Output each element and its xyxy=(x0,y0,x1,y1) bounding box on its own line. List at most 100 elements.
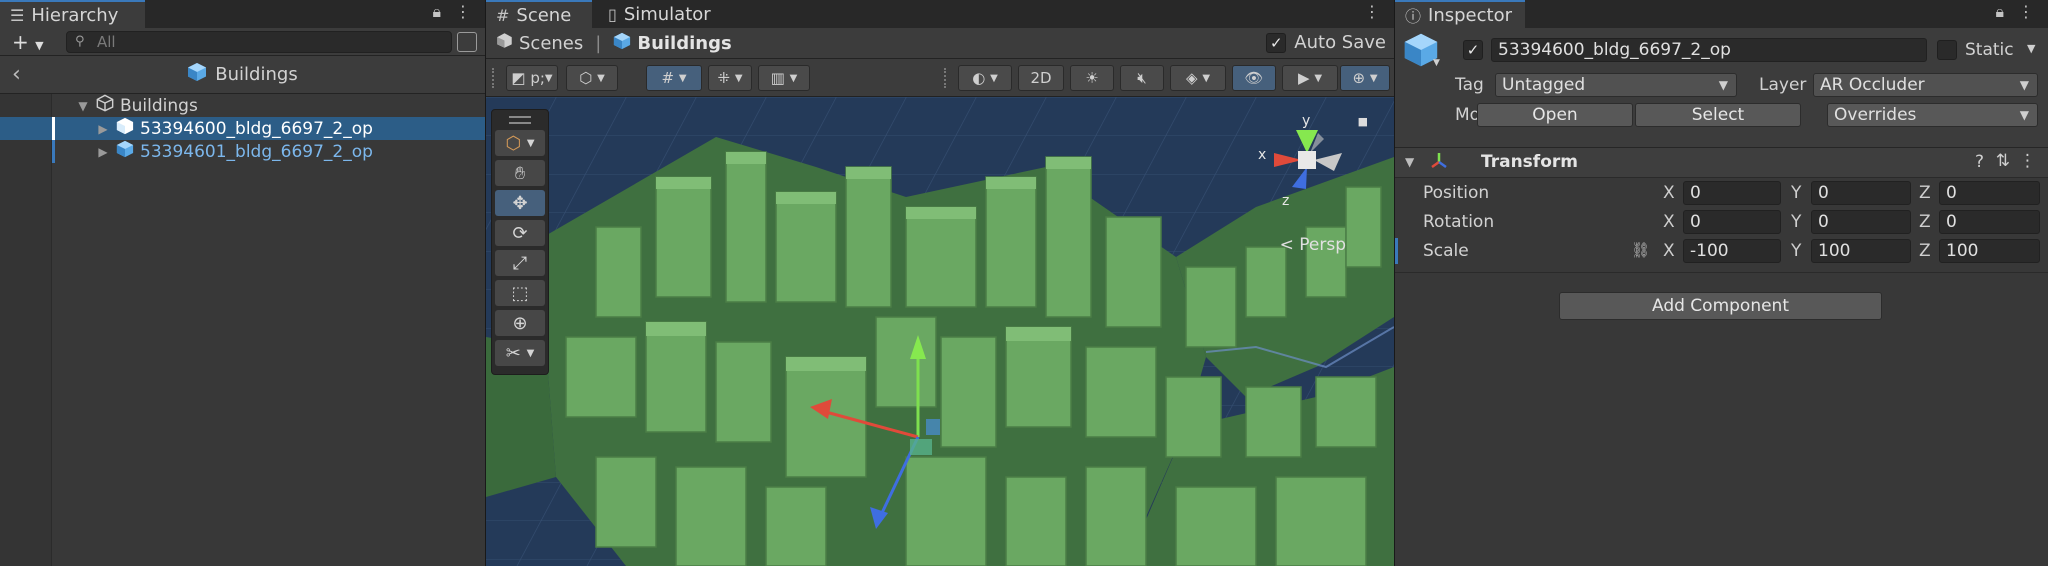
snap-increment-dropdown[interactable]: ⁜ ▼ xyxy=(708,65,752,91)
auto-save-toggle[interactable]: ✓ Auto Save xyxy=(1266,32,1386,53)
overrides-dropdown[interactable]: Overrides ▼ xyxy=(1827,103,2038,127)
hierarchy-search-input[interactable]: ⚲ All xyxy=(66,31,452,53)
scale-x-field[interactable]: -100 xyxy=(1683,239,1781,263)
chevron-down-icon: ▼ xyxy=(1314,72,1323,84)
layer-dropdown[interactable]: AR Occluder ▼ xyxy=(1813,73,2038,97)
tab-simulator[interactable]: ▯ Simulator xyxy=(598,0,728,28)
breadcrumb-current[interactable]: Buildings xyxy=(637,33,731,54)
tree-row-53394600[interactable]: ▶ 53394600_bldg_6697_2_op xyxy=(0,117,485,140)
shading-mode-dropdown[interactable]: ◐ ▼ xyxy=(958,65,1012,91)
help-icon[interactable]: ? xyxy=(1975,152,1984,172)
static-dropdown-icon[interactable]: ▼ xyxy=(2027,42,2035,55)
tab-inspector[interactable]: ⓘ Inspector xyxy=(1395,0,1525,28)
view-options-dropdown[interactable]: ⬡ ▼ xyxy=(495,130,545,156)
visibility-toggle[interactable]: 👁︎ xyxy=(1232,65,1276,91)
move-tool[interactable]: ✥ xyxy=(495,190,545,216)
rotation-y-field[interactable]: 0 xyxy=(1811,210,1911,234)
chevron-down-icon: ▼ xyxy=(789,72,798,84)
tag-value: Untagged xyxy=(1502,75,1586,95)
more-menu-icon[interactable]: ⋮ xyxy=(1364,2,1380,21)
scale-icon: ⤢ xyxy=(512,252,528,274)
lock-icon[interactable]: 🔒︎ xyxy=(1995,2,2004,22)
grid-snap-dropdown[interactable]: # ▼ xyxy=(646,65,702,91)
preset-icon[interactable]: ⇅ xyxy=(1996,151,2010,171)
camera-dropdown[interactable]: ▶ ▼ xyxy=(1282,65,1338,91)
scale-label: Scale xyxy=(1423,241,1469,261)
rotate-icon: ⟳ xyxy=(512,222,528,244)
auto-save-checkbox[interactable]: ✓ xyxy=(1266,32,1287,53)
inspector-panel: ⓘ Inspector 🔒︎ ⋮ ▼ ✓ 53394600_bldg_6697_… xyxy=(1395,0,2048,566)
render-mode-dropdown[interactable]: ⬡ ▼ xyxy=(566,65,618,91)
active-checkbox[interactable]: ✓ xyxy=(1463,40,1483,60)
more-menu-icon[interactable]: ⋮ xyxy=(2018,2,2034,22)
scene-tabbar: # Scene ▯ Simulator ⋮ xyxy=(486,0,1394,28)
add-button[interactable]: + ▼ xyxy=(12,30,44,54)
position-x-field[interactable]: 0 xyxy=(1683,181,1781,205)
tree-row-label: 53394600_bldg_6697_2_op xyxy=(140,118,373,139)
rotation-z-field[interactable]: 0 xyxy=(1939,210,2040,234)
scale-tool[interactable]: ⤢ xyxy=(495,250,545,276)
tag-dropdown[interactable]: Untagged ▼ xyxy=(1495,73,1737,97)
object-name-field[interactable]: 53394600_bldg_6697_2_op xyxy=(1491,38,1927,62)
tree-row-buildings[interactable]: ▼ Buildings xyxy=(0,94,485,117)
breadcrumb-root[interactable]: Scenes xyxy=(519,33,583,54)
transform-tool[interactable]: ⊕ xyxy=(495,310,545,336)
collapse-arrow-icon[interactable]: ▼ xyxy=(1405,155,1414,169)
back-arrow-icon[interactable]: ‹ xyxy=(12,62,21,87)
scene-visibility-icon[interactable] xyxy=(457,32,477,52)
scale-z-field[interactable]: 100 xyxy=(1939,239,2040,263)
chevron-down-icon: ▼ xyxy=(1369,72,1378,84)
layers-icon: ◈ xyxy=(1185,69,1198,87)
constrain-proportions-icon[interactable]: ⛓ xyxy=(1631,241,1650,259)
position-z-field[interactable]: 0 xyxy=(1939,181,2040,205)
gizmo-lock-icon[interactable]: ■ xyxy=(1358,115,1368,128)
effects-dropdown[interactable]: ◈ ▼ xyxy=(1170,65,1226,91)
auto-save-label: Auto Save xyxy=(1294,32,1386,53)
expand-arrow-icon[interactable]: ▶ xyxy=(96,122,110,136)
gizmos-dropdown[interactable]: ⊕ ▼ xyxy=(1340,65,1390,91)
audio-toggle[interactable]: 🔇︎ xyxy=(1120,65,1164,91)
more-menu-icon[interactable]: ⋮ xyxy=(455,2,471,22)
tree-row-53394601[interactable]: ▶ 53394601_bldg_6697_2_op xyxy=(0,140,485,163)
transform-header[interactable]: ▼ Transform ? ⇅ ⋮ xyxy=(1395,148,2048,178)
static-checkbox[interactable] xyxy=(1937,40,1957,60)
custom-tools-dropdown[interactable]: ✂ ▼ xyxy=(495,340,545,366)
tree-row-label: Buildings xyxy=(120,95,198,116)
expand-arrow-icon[interactable]: ▶ xyxy=(96,145,110,159)
scene-viewport[interactable]: ⬡ ▼ ✋︎ ✥ ⟳ ⤢ ⬚ ⊕ ✂ ▼ y x z ■ < Persp xyxy=(486,97,1394,566)
open-button[interactable]: Open xyxy=(1477,103,1633,127)
axis-z-label: Z xyxy=(1919,241,1931,261)
add-component-button[interactable]: Add Component xyxy=(1559,292,1882,320)
tab-hierarchy[interactable]: ☰ Hierarchy xyxy=(0,0,145,28)
gizmo-y-label: y xyxy=(1302,113,1311,129)
axis-z-label: Z xyxy=(1919,183,1931,203)
axis-x-label: X xyxy=(1663,212,1675,232)
device-icon: ▯ xyxy=(608,4,617,24)
more-menu-icon[interactable]: ⋮ xyxy=(2019,151,2036,171)
ruler-dropdown[interactable]: ▥ ▼ xyxy=(758,65,810,91)
projection-label: Persp xyxy=(1299,235,1346,255)
rotation-x-field[interactable]: 0 xyxy=(1683,210,1781,234)
rotate-tool[interactable]: ⟳ xyxy=(495,220,545,246)
scene-toolbar: ◩ p; ▼ ⬡ ▼ # ▼ ⁜ ▼ ▥ ▼ ◐ ▼ 2D ☀ 🔇︎ ◈ ▼ 👁︎… xyxy=(486,59,1394,97)
expand-arrow-icon[interactable]: ▼ xyxy=(76,99,90,113)
draw-mode-dropdown[interactable]: ◩ p; ▼ xyxy=(506,65,558,91)
rect-tool[interactable]: ⬚ xyxy=(495,280,545,306)
hand-tool[interactable]: ✋︎ xyxy=(495,160,545,186)
mode-2d-button[interactable]: 2D xyxy=(1018,65,1064,91)
inspector-tabbar: ⓘ Inspector 🔒︎ ⋮ xyxy=(1395,0,2048,28)
select-button[interactable]: Select xyxy=(1635,103,1801,127)
hidden-eye-icon: 👁︎ xyxy=(1244,69,1264,87)
chevron-down-icon: ▼ xyxy=(1433,58,1440,68)
tool-strip: ⬡ ▼ ✋︎ ✥ ⟳ ⤢ ⬚ ⊕ ✂ ▼ xyxy=(491,109,549,375)
position-y-field[interactable]: 0 xyxy=(1811,181,1911,205)
lighting-toggle[interactable]: ☀ xyxy=(1070,65,1114,91)
tab-scene[interactable]: # Scene xyxy=(486,0,592,28)
orientation-gizmo[interactable]: y x z xyxy=(1252,105,1362,215)
object-icon[interactable]: ▼ xyxy=(1403,32,1440,73)
mode-2d-label: 2D xyxy=(1030,69,1052,87)
scale-y-field[interactable]: 100 xyxy=(1811,239,1911,263)
projection-toggle[interactable]: < Persp xyxy=(1280,235,1346,255)
tab-scene-label: Scene xyxy=(516,4,572,26)
lock-icon[interactable]: 🔒︎ xyxy=(432,2,441,22)
